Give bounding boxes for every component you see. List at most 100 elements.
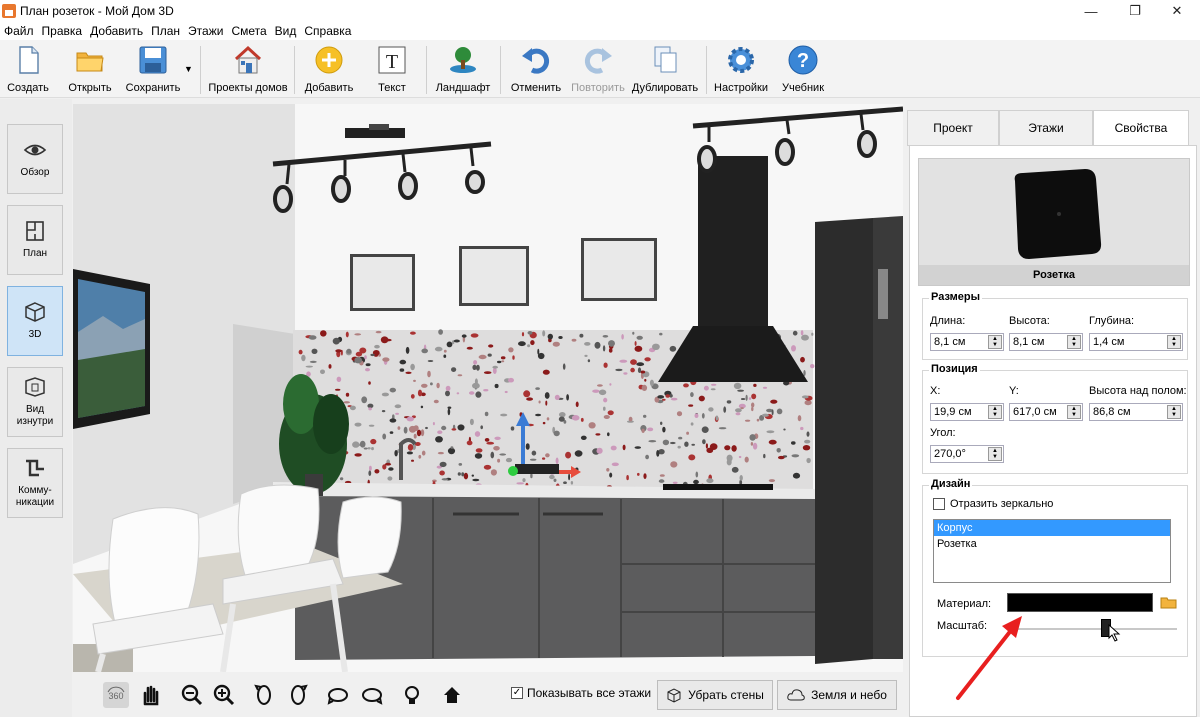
overview-button[interactable]: Обзор <box>7 124 63 194</box>
view-sidebar: Обзор План 3D Вид изнутри Комму-никации <box>0 99 72 717</box>
show-all-floors[interactable]: ✓ Показывать все этажи <box>511 686 651 700</box>
angle-stepper[interactable]: ▲ ▼ <box>988 447 1002 461</box>
text-button[interactable]: T Текст <box>372 44 412 96</box>
terrazzo-chip <box>726 454 733 462</box>
mirror-option[interactable]: Отразить зеркально <box>933 498 1053 510</box>
terrazzo-chip <box>806 457 811 464</box>
ground-sky-button[interactable]: Земля и небо <box>777 680 897 710</box>
tutorial-button[interactable]: ? Учебник <box>778 44 828 96</box>
redo-button[interactable]: Повторить <box>570 44 626 96</box>
menu-file[interactable]: Файл <box>0 24 38 38</box>
tab-project[interactable]: Проект <box>907 110 999 146</box>
tab-properties[interactable]: Свойства <box>1093 110 1189 146</box>
part-item-korpus[interactable]: Корпус <box>934 520 1170 536</box>
save-button[interactable]: Сохранить <box>124 44 182 96</box>
menu-floors[interactable]: Этажи <box>184 24 227 38</box>
terrazzo-chip <box>542 457 546 460</box>
y-field[interactable]: 617,0 см ▲ ▼ <box>1009 403 1083 421</box>
menu-view[interactable]: Вид <box>271 24 301 38</box>
terrazzo-chip <box>608 340 615 347</box>
menu-plan[interactable]: План <box>147 24 184 38</box>
communications-button[interactable]: Комму-никации <box>7 448 63 518</box>
depth-field[interactable]: 1,4 см ▲ ▼ <box>1089 333 1183 351</box>
restore-icon[interactable]: ❐ <box>1112 0 1158 22</box>
terrazzo-chip <box>660 421 663 425</box>
3d-viewport[interactable] <box>73 104 903 672</box>
rotate-left-icon[interactable] <box>251 682 277 708</box>
terrazzo-chip <box>542 330 546 337</box>
angle-field[interactable]: 270,0° ▲ ▼ <box>930 445 1004 463</box>
x-stepper[interactable]: ▲ ▼ <box>988 405 1002 419</box>
terrazzo-chip <box>474 431 481 437</box>
menu-edit[interactable]: Правка <box>38 24 87 38</box>
terrazzo-chip <box>715 415 719 421</box>
lightbulb-icon[interactable] <box>399 682 425 708</box>
depth-stepper[interactable]: ▲ ▼ <box>1167 335 1181 349</box>
floor-height-field[interactable]: 86,8 см ▲ ▼ <box>1089 403 1183 421</box>
add-button[interactable]: Добавить <box>302 44 356 96</box>
terrazzo-chip <box>483 464 492 470</box>
inside-view-button[interactable]: Вид изнутри <box>7 367 63 437</box>
inside-label-2: изнутри <box>16 416 54 427</box>
show-floors-checkbox[interactable]: ✓ <box>511 687 523 699</box>
height-stepper[interactable]: ▲ ▼ <box>1067 335 1081 349</box>
menu-estimate[interactable]: Смета <box>227 24 270 38</box>
terrazzo-chip <box>336 376 342 382</box>
rotate-right-icon[interactable] <box>285 682 311 708</box>
zoom-in-icon[interactable] <box>211 682 237 708</box>
plus-circle-icon <box>313 44 345 76</box>
terrazzo-chip <box>480 425 484 430</box>
length-stepper[interactable]: ▲ ▼ <box>988 335 1002 349</box>
menu-help[interactable]: Справка <box>300 24 355 38</box>
terrazzo-chip <box>538 400 541 404</box>
parts-list[interactable]: Корпус Розетка <box>933 519 1171 583</box>
remove-walls-button[interactable]: Убрать стены <box>657 680 773 710</box>
rotate-360-icon[interactable]: 360 <box>103 682 129 708</box>
plan-button[interactable]: План <box>7 205 63 275</box>
terrazzo-chip <box>738 455 742 459</box>
minimize-icon[interactable]: — <box>1068 0 1114 22</box>
x-field[interactable]: 19,9 см ▲ ▼ <box>930 403 1004 421</box>
landscape-button[interactable]: Ландшафт <box>434 44 492 96</box>
terrazzo-chip <box>483 371 492 374</box>
part-item-socket[interactable]: Розетка <box>934 536 1170 552</box>
zoom-out-icon[interactable] <box>179 682 205 708</box>
terrazzo-chip <box>702 439 706 445</box>
tilt-down-icon[interactable] <box>359 682 385 708</box>
undo-button[interactable]: Отменить <box>508 44 564 96</box>
y-stepper[interactable]: ▲ ▼ <box>1067 405 1081 419</box>
settings-button[interactable]: Настройки <box>712 44 770 96</box>
terrazzo-chip <box>451 428 457 431</box>
height-field[interactable]: 8,1 см ▲ ▼ <box>1009 333 1083 351</box>
terrazzo-chip <box>447 406 452 409</box>
close-icon[interactable]: ✕ <box>1154 0 1200 22</box>
floor-height-stepper[interactable]: ▲ ▼ <box>1167 405 1181 419</box>
hand-pan-icon[interactable] <box>137 682 163 708</box>
length-field[interactable]: 8,1 см ▲ ▼ <box>930 333 1004 351</box>
folder-icon[interactable] <box>1160 595 1178 609</box>
terrazzo-chip <box>776 448 781 453</box>
3d-view-button[interactable]: 3D <box>7 286 63 356</box>
terrazzo-chip <box>608 348 613 353</box>
save-dropdown-icon[interactable]: ▼ <box>184 64 193 74</box>
tilt-up-icon[interactable] <box>325 682 351 708</box>
home-icon[interactable] <box>439 682 465 708</box>
terrazzo-chip <box>768 479 776 483</box>
terrazzo-chip <box>352 441 360 448</box>
mirror-checkbox[interactable] <box>933 498 945 510</box>
tab-floors[interactable]: Этажи <box>999 110 1093 146</box>
terrazzo-chip <box>705 443 709 449</box>
terrazzo-chip <box>371 447 374 451</box>
projects-button[interactable]: Проекты домов <box>208 44 288 96</box>
terrazzo-chip <box>706 478 714 484</box>
scale-slider-track[interactable] <box>1007 628 1177 630</box>
terrazzo-chip <box>374 469 380 474</box>
material-swatch[interactable] <box>1007 593 1153 612</box>
open-button[interactable]: Открыть <box>66 44 114 96</box>
terrazzo-chip <box>723 406 727 413</box>
terrazzo-chip <box>417 389 423 397</box>
create-button[interactable]: Создать <box>6 44 50 96</box>
menu-add[interactable]: Добавить <box>86 24 147 38</box>
duplicate-button[interactable]: Дублировать <box>632 44 698 96</box>
terrazzo-chip <box>421 383 428 388</box>
